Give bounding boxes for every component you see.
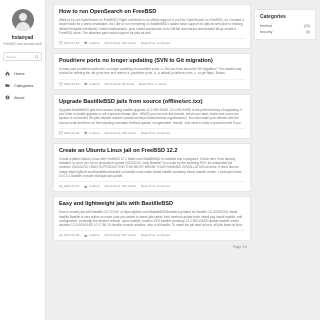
avatar[interactable] — [11, 9, 34, 31]
post-excerpt: How to create jails with Bastille 0.6.TO… — [59, 210, 243, 228]
post-read-time: Read Time: 2 minutes — [140, 130, 171, 135]
post-meta: 2020-04-05 freebsd Word Count: 597 words… — [59, 230, 245, 237]
post-title[interactable]: Easy and lightweight jails with Bastille… — [59, 201, 245, 207]
sidebar-item-label: Home — [14, 70, 25, 76]
post-read-time: Read Time: 2 minutes — [140, 41, 171, 46]
post-date: 2021-04-04 — [59, 131, 79, 135]
categories-widget: Categories freebsd (22) security (3) — [254, 9, 316, 40]
folder-icon — [5, 83, 10, 87]
post-title[interactable]: Poudriere ports no longer updating (SVN … — [59, 58, 245, 64]
post-category[interactable]: freebsd — [84, 233, 99, 237]
post-card: Easy and lightweight jails with Bastille… — [53, 196, 251, 242]
post-title[interactable]: Create an Ubuntu Linux jail on FreeBSD 1… — [59, 148, 245, 154]
post-title[interactable]: How to run OpenSearch on FreeBSD — [59, 9, 245, 15]
post-list: How to run OpenSearch on FreeBSD Want to… — [53, 4, 251, 316]
sidebar-item-home[interactable]: Home — [0, 67, 45, 79]
post-excerpt: Create a jailed Ubuntu Linux with FreeBS… — [59, 156, 242, 178]
post-word-count: Word Count: 423 words — [104, 184, 136, 189]
sidebar-nav: Home Categories About — [0, 67, 45, 103]
post-read-time: Read Time: 2 minutes — [140, 184, 171, 189]
post-meta: 2021-04-19 freebsd Word Count: 96 words … — [59, 78, 245, 86]
post-read-time: Read Time: 3 minutes — [140, 233, 171, 238]
post-card: Upgrade BastilleBSD jails from source (o… — [53, 93, 251, 139]
folder-icon — [84, 82, 88, 85]
post-excerpt: Want to try out OpenSearch on FreeBSD? R… — [59, 18, 244, 35]
post-category[interactable]: freebsd — [84, 184, 99, 188]
category-count: (3) — [305, 30, 310, 34]
post-card: How to run OpenSearch on FreeBSD Want to… — [53, 4, 251, 50]
search-placeholder: Search — [6, 54, 16, 59]
post-meta: 2021-04-04 freebsd Word Count: 250 words… — [59, 127, 245, 135]
sidebar-item-categories[interactable]: Categories — [0, 79, 45, 91]
post-word-count: Word Count: 250 words — [104, 130, 136, 135]
info-icon — [5, 95, 10, 99]
post-category[interactable]: freebsd — [84, 131, 99, 135]
site-name[interactable]: hsiaoyad — [0, 35, 45, 41]
folder-icon — [84, 42, 88, 45]
search-icon[interactable] — [35, 54, 39, 59]
post-card: Create an Ubuntu Linux jail on FreeBSD 1… — [53, 142, 251, 193]
sidebar-item-label: About — [14, 94, 25, 100]
post-category[interactable]: freebsd — [84, 82, 99, 86]
site-description: FreeBSD and security stuff — [3, 42, 42, 46]
sidebar: hsiaoyad FreeBSD and security stuff Sear… — [0, 0, 46, 320]
post-date: 2020-07-18 — [59, 41, 79, 45]
search-input[interactable]: Search — [3, 52, 42, 61]
pagination[interactable]: Page 1/3 — [53, 245, 251, 249]
post-excerpt: In case your poudriere ports tree no lon… — [59, 67, 242, 76]
post-category[interactable]: freebsd — [84, 41, 99, 45]
calendar-icon — [59, 234, 63, 238]
folder-icon — [84, 234, 88, 237]
sidebar-item-about[interactable]: About — [0, 91, 45, 103]
calendar-icon — [59, 131, 63, 135]
post-excerpt: Upgrade BastilleBSD jails from source Us… — [59, 107, 243, 125]
post-title[interactable]: Upgrade BastilleBSD jails from source (o… — [59, 99, 245, 105]
post-read-time: Read Time: 1 minute — [139, 81, 167, 86]
calendar-icon — [59, 82, 63, 86]
post-word-count: Word Count: 412 words — [104, 41, 136, 46]
post-card: Poudriere ports no longer updating (SVN … — [53, 53, 251, 90]
folder-icon — [84, 131, 88, 134]
calendar-icon — [59, 185, 63, 188]
category-name: security — [260, 30, 273, 34]
widget-title: Categories — [260, 14, 286, 20]
post-date: 2021-02-10 — [59, 184, 79, 188]
sidebar-item-label: Categories — [14, 82, 34, 88]
category-link-security[interactable]: security (3) — [260, 29, 310, 35]
calendar-icon — [59, 41, 63, 45]
post-word-count: Word Count: 597 words — [104, 233, 136, 238]
home-icon — [5, 71, 10, 75]
post-meta: 2020-07-18 freebsd Word Count: 412 words… — [59, 38, 245, 45]
post-date: 2021-04-19 — [59, 82, 79, 86]
folder-icon — [84, 185, 88, 188]
post-meta: 2021-02-10 freebsd Word Count: 423 words… — [59, 181, 245, 188]
post-date: 2020-04-05 — [59, 233, 79, 237]
post-word-count: Word Count: 96 words — [104, 81, 135, 86]
